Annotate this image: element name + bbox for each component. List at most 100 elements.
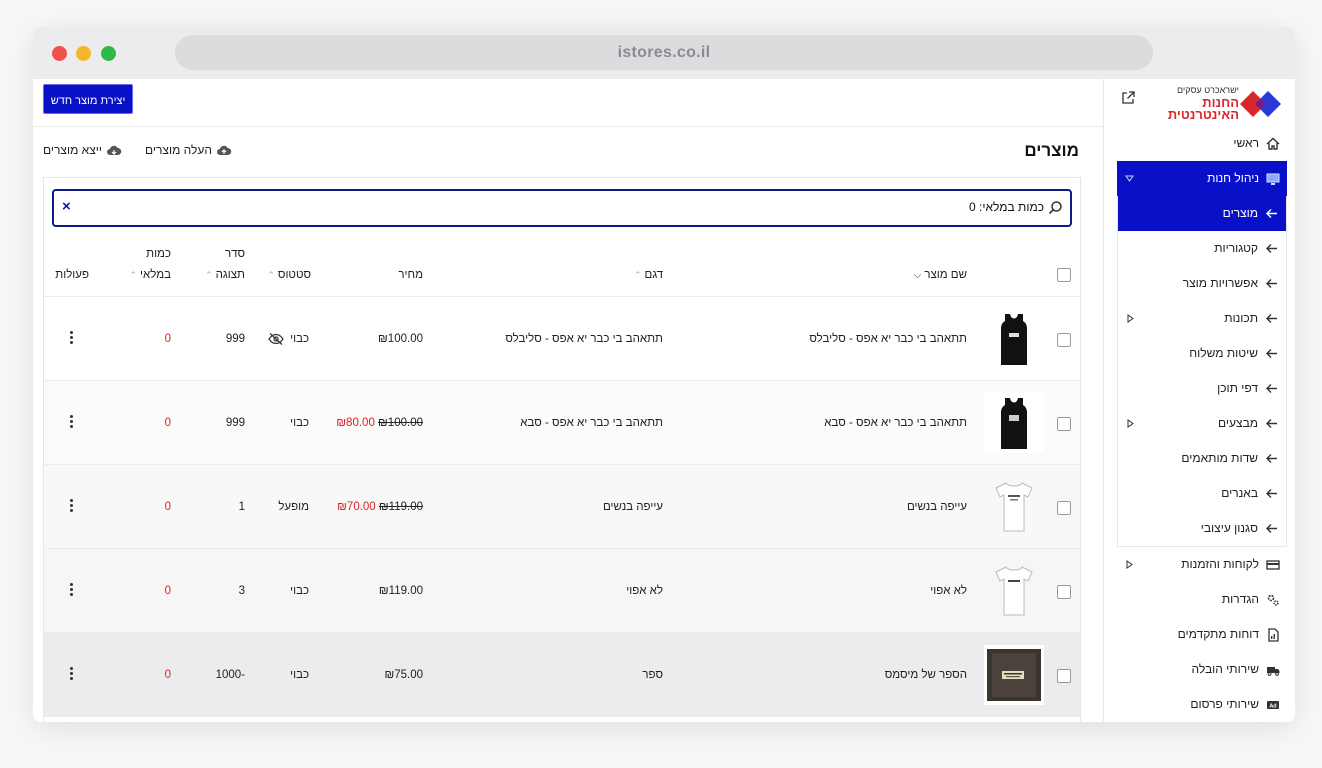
stock-quantity: 0 bbox=[164, 585, 171, 597]
product-thumbnail-black-tank[interactable] bbox=[984, 309, 1044, 369]
sidebar-item-promotions[interactable]: מבצעים bbox=[1118, 406, 1286, 441]
display-order: -1000 bbox=[215, 669, 245, 681]
product-thumbnail-black-tank[interactable] bbox=[984, 393, 1044, 453]
sort-desc-icon: ⌵ bbox=[913, 270, 922, 281]
column-header-stock[interactable]: במלאי⌃ bbox=[129, 269, 171, 281]
status-text: כבוי bbox=[290, 333, 309, 345]
minimize-window-button[interactable] bbox=[76, 46, 91, 61]
status-label[interactable]: כבוי bbox=[290, 549, 309, 633]
row-actions-menu-icon[interactable] bbox=[68, 499, 74, 515]
store-submenu: מוצרים קטגוריות אפשרויות מוצר תכונות שיט… bbox=[1117, 196, 1287, 547]
original-price: ₪100.00 bbox=[378, 417, 423, 429]
row-checkbox[interactable] bbox=[1057, 501, 1071, 515]
cloud-upload-icon bbox=[216, 145, 232, 155]
table-row[interactable]: עייפה בנשים עייפה בנשים ₪119.00 ₪70.00 מ… bbox=[44, 464, 1080, 549]
products-panel: × כמות במלאי: 0 שם מוצר⌵ דגם⌃ מחיר סטטוס… bbox=[43, 177, 1081, 722]
column-header-model[interactable]: דגם⌃ bbox=[634, 269, 663, 281]
arrow-left-icon bbox=[1266, 384, 1277, 393]
sidebar-item-advertising-services[interactable]: Ad שירותי פרסום bbox=[1117, 687, 1287, 722]
close-window-button[interactable] bbox=[52, 46, 67, 61]
product-thumbnail-white-tee[interactable] bbox=[984, 477, 1044, 537]
product-name: הספר של מיסמס bbox=[884, 669, 967, 681]
status-label[interactable]: כבוי bbox=[268, 297, 309, 381]
table-row[interactable]: לא אפוי לא אפוי ₪119.00 כבוי 3 0 bbox=[44, 548, 1080, 633]
ad-icon: Ad bbox=[1267, 701, 1279, 710]
sidebar-item-product-options[interactable]: אפשרויות מוצר bbox=[1118, 266, 1286, 301]
create-product-button[interactable]: יצירת מוצר חדש bbox=[43, 84, 133, 114]
column-header-order[interactable]: תצוגה⌃ bbox=[205, 269, 245, 281]
sidebar-item-content-pages[interactable]: דפי תוכן bbox=[1118, 371, 1286, 406]
maximize-window-button[interactable] bbox=[101, 46, 116, 61]
arrow-left-icon bbox=[1266, 419, 1277, 428]
status-label[interactable]: מופעל bbox=[278, 465, 309, 549]
product-thumbnail-book[interactable] bbox=[984, 645, 1044, 705]
table-row[interactable]: הספר של מיסמס ספר ₪75.00 כבוי -1000 0 bbox=[44, 632, 1080, 717]
sidebar-item-label: אפשרויות מוצר bbox=[1182, 276, 1258, 290]
row-checkbox[interactable] bbox=[1057, 417, 1071, 431]
sidebar-item-shipping-methods[interactable]: שיטות משלוח bbox=[1118, 336, 1286, 371]
top-toolbar: יצירת מוצר חדש bbox=[33, 79, 1103, 127]
status-label[interactable]: כבוי bbox=[290, 633, 309, 717]
row-checkbox[interactable] bbox=[1057, 585, 1071, 599]
sidebar-item-products[interactable]: מוצרים bbox=[1118, 196, 1286, 231]
product-price: ₪100.00 ₪80.00 bbox=[336, 381, 423, 465]
sidebar-item-label: ראשי bbox=[1233, 136, 1259, 150]
sidebar-item-design-style[interactable]: סגנון עיצובי bbox=[1118, 511, 1286, 546]
sidebar-item-home[interactable]: ראשי bbox=[1117, 126, 1287, 161]
original-price: ₪119.00 bbox=[378, 501, 423, 513]
search-filter-input[interactable]: × כמות במלאי: 0 bbox=[52, 189, 1072, 227]
header-label: שם מוצר bbox=[924, 269, 967, 281]
sidebar-item-advanced-reports[interactable]: דוחות מתקדמים bbox=[1117, 617, 1287, 652]
status-label[interactable]: כבוי bbox=[290, 381, 309, 465]
browser-titlebar: istores.co.il bbox=[33, 27, 1295, 79]
row-actions-menu-icon[interactable] bbox=[68, 415, 74, 431]
sidebar-item-customers-orders[interactable]: לקוחות והזמנות bbox=[1117, 547, 1287, 582]
sidebar-item-label: שיטות משלוח bbox=[1189, 346, 1258, 360]
stock-quantity: 0 bbox=[164, 501, 171, 513]
select-all-checkbox[interactable] bbox=[1057, 268, 1071, 282]
address-bar[interactable]: istores.co.il bbox=[175, 35, 1153, 70]
sidebar-item-banners[interactable]: באנרים bbox=[1118, 476, 1286, 511]
home-icon bbox=[1266, 137, 1280, 150]
row-actions-menu-icon[interactable] bbox=[68, 667, 74, 683]
sidebar-item-label: דוחות מתקדמים bbox=[1177, 627, 1259, 641]
export-products-label: ייצא מוצרים bbox=[43, 143, 102, 157]
sort-icon: ⌃ bbox=[633, 270, 642, 280]
sidebar-item-label: מוצרים bbox=[1222, 206, 1258, 220]
arrow-left-icon bbox=[1266, 279, 1277, 288]
product-price: ₪119.00 ₪70.00 bbox=[337, 465, 423, 549]
sidebar-item-custom-fields[interactable]: שדות מותאמים bbox=[1118, 441, 1286, 476]
product-model: ספר bbox=[642, 669, 663, 681]
sidebar-item-settings[interactable]: הגדרות bbox=[1117, 582, 1287, 617]
product-price: ₪75.00 bbox=[384, 669, 423, 681]
row-checkbox[interactable] bbox=[1057, 669, 1071, 683]
external-link-icon[interactable] bbox=[1121, 91, 1135, 105]
clear-search-button[interactable]: × bbox=[62, 198, 71, 215]
product-thumbnail-white-tee[interactable] bbox=[984, 561, 1044, 621]
gears-icon bbox=[1267, 594, 1279, 606]
arrow-left-icon bbox=[1266, 454, 1277, 463]
sidebar-item-delivery-services[interactable]: שירותי הובלה bbox=[1117, 652, 1287, 687]
sidebar-item-label: שירותי פרסום bbox=[1190, 697, 1259, 711]
sidebar-item-attributes[interactable]: תכונות bbox=[1118, 301, 1286, 336]
row-actions-menu-icon[interactable] bbox=[68, 583, 74, 599]
column-header-status[interactable]: סטטוס⌃ bbox=[267, 269, 311, 281]
brand-line-1: ישראכרט עסקים bbox=[1177, 85, 1239, 95]
upload-products-button[interactable]: העלה מוצרים bbox=[145, 143, 232, 157]
sidebar-item-store-management[interactable]: ניהול חנות bbox=[1117, 161, 1287, 196]
stock-quantity: 0 bbox=[164, 417, 171, 429]
table-row[interactable]: תתאהב בי כבר יא אפס - סבא תתאהב בי כבר י… bbox=[44, 380, 1080, 465]
table-row[interactable]: תתאהב בי כבר יא אפס - סליבלס תתאהב בי כב… bbox=[44, 296, 1080, 381]
sidebar-item-categories[interactable]: קטגוריות bbox=[1118, 231, 1286, 266]
arrow-left-icon bbox=[1266, 489, 1277, 498]
export-products-button[interactable]: ייצא מוצרים bbox=[43, 143, 122, 157]
sidebar-item-label: באנרים bbox=[1221, 486, 1258, 500]
column-header-actions: פעולות bbox=[55, 269, 89, 281]
row-actions-menu-icon[interactable] bbox=[68, 331, 74, 347]
row-checkbox[interactable] bbox=[1057, 333, 1071, 347]
product-price: ₪119.00 bbox=[378, 585, 423, 597]
brand-logo[interactable]: ישראכרט עסקים החנות האינטרנטית bbox=[1123, 83, 1283, 123]
column-header-name[interactable]: שם מוצר⌵ bbox=[914, 269, 967, 281]
chevron-down-icon bbox=[1125, 175, 1134, 182]
header-label: מחיר bbox=[398, 269, 423, 281]
